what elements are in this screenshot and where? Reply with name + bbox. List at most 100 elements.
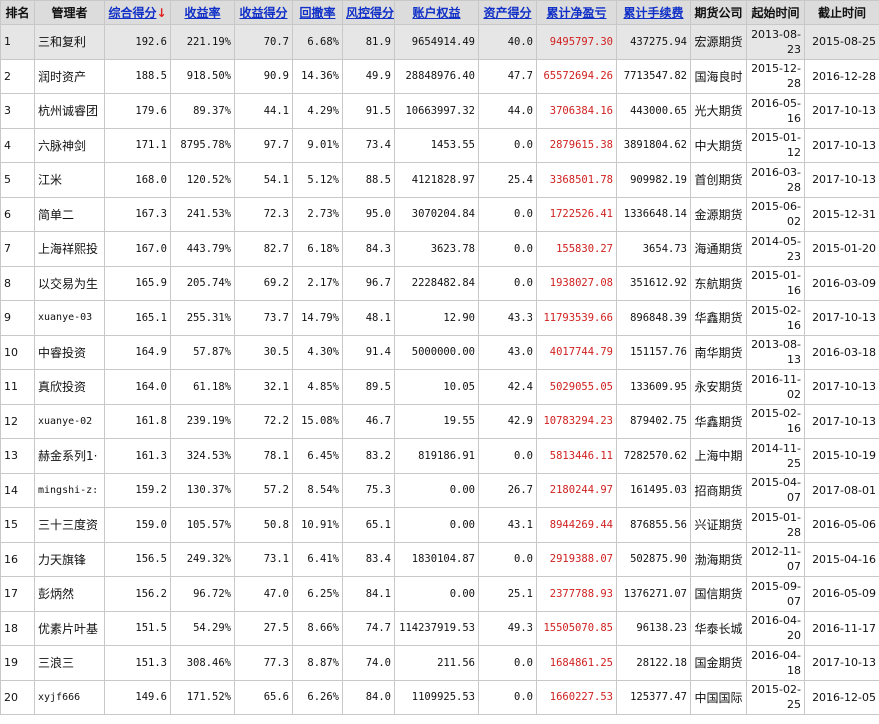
cell-end-date: 2015-01-20 [804, 231, 879, 267]
cell-manager: 杭州诚睿团 [34, 93, 105, 129]
cell-net-profit: 1938027.08 [536, 265, 617, 301]
cell-return-score: 54.1 [234, 162, 293, 198]
cell-broker: 国金期货 [690, 645, 747, 681]
cell-net-profit: 9495797.30 [536, 24, 617, 60]
cell-broker: 上海中期 [690, 438, 747, 474]
cell-equity: 1109925.53 [394, 679, 479, 715]
header-end-date: 截止时间 [804, 0, 879, 25]
cell-drawdown: 4.85% [292, 369, 343, 405]
header-net-profit[interactable]: 累计净盈亏 [536, 0, 617, 25]
header-asset-score[interactable]: 资产得分 [478, 0, 537, 25]
cell-rank: 2 [0, 58, 35, 94]
header-drawdown[interactable]: 回撤率 [292, 0, 343, 25]
cell-equity: 2228482.84 [394, 265, 479, 301]
cell-start-date: 2014-11-25 [746, 438, 805, 474]
cell-total-score: 161.3 [104, 438, 171, 474]
cell-start-date: 2015-01-16 [746, 265, 805, 301]
cell-rank: 4 [0, 127, 35, 163]
cell-return-rate: 89.37% [170, 93, 235, 129]
cell-fees: 133609.95 [616, 369, 691, 405]
cell-return-rate: 105.57% [170, 507, 235, 543]
cell-fees: 351612.92 [616, 265, 691, 301]
cell-net-profit: 1660227.53 [536, 679, 617, 715]
cell-risk-score: 95.0 [342, 196, 395, 232]
header-return-score[interactable]: 收益得分 [234, 0, 293, 25]
cell-total-score: 159.2 [104, 472, 171, 508]
cell-end-date: 2017-10-13 [804, 162, 879, 198]
table-row: 12 xuanye-02 161.8 239.19% 72.2 15.08% 46.7 19.… [0, 403, 879, 439]
cell-rank: 19 [0, 645, 35, 681]
cell-end-date: 2016-03-18 [804, 334, 879, 370]
cell-broker: 国信期货 [690, 576, 747, 612]
header-total-score[interactable]: 综合得分↓ [104, 0, 171, 25]
cell-risk-score: 74.7 [342, 610, 395, 646]
cell-equity: 28848976.40 [394, 58, 479, 94]
cell-manager: 力天旗锋 [34, 541, 105, 577]
cell-manager: 六脉神剑 [34, 127, 105, 163]
cell-end-date: 2015-08-25 [804, 24, 879, 60]
cell-risk-score: 89.5 [342, 369, 395, 405]
cell-risk-score: 49.9 [342, 58, 395, 94]
cell-return-score: 47.0 [234, 576, 293, 612]
cell-return-score: 82.7 [234, 231, 293, 267]
cell-risk-score: 48.1 [342, 300, 395, 336]
cell-net-profit: 5813446.11 [536, 438, 617, 474]
table-row: 2 润时资产 188.5 918.50% 90.9 14.36% 49.9 28848976.… [0, 58, 879, 94]
cell-manager: xyjf666 [34, 679, 105, 715]
cell-fees: 879402.75 [616, 403, 691, 439]
cell-asset-score: 40.0 [478, 24, 537, 60]
cell-net-profit: 5029055.05 [536, 369, 617, 405]
cell-equity: 1453.55 [394, 127, 479, 163]
cell-start-date: 2016-05-16 [746, 93, 805, 129]
cell-drawdown: 6.41% [292, 541, 343, 577]
cell-manager: 赫金系列1· [34, 438, 105, 474]
cell-start-date: 2016-11-02 [746, 369, 805, 405]
cell-rank: 5 [0, 162, 35, 198]
cell-net-profit: 3368501.78 [536, 162, 617, 198]
cell-manager: 三浪三 [34, 645, 105, 681]
cell-equity: 9654914.49 [394, 24, 479, 60]
cell-fees: 3654.73 [616, 231, 691, 267]
cell-equity: 0.00 [394, 576, 479, 612]
header-return-rate[interactable]: 收益率 [170, 0, 235, 25]
cell-equity: 211.56 [394, 645, 479, 681]
cell-end-date: 2017-10-13 [804, 300, 879, 336]
cell-rank: 9 [0, 300, 35, 336]
cell-return-rate: 57.87% [170, 334, 235, 370]
table-row: 10 中睿投资 164.9 57.87% 30.5 4.30% 91.4 5000000.00… [0, 334, 879, 370]
cell-return-score: 77.3 [234, 645, 293, 681]
cell-asset-score: 25.1 [478, 576, 537, 612]
cell-asset-score: 0.0 [478, 127, 537, 163]
cell-equity: 12.90 [394, 300, 479, 336]
cell-drawdown: 6.26% [292, 679, 343, 715]
cell-broker: 渤海期货 [690, 541, 747, 577]
cell-manager: 润时资产 [34, 58, 105, 94]
cell-drawdown: 15.08% [292, 403, 343, 439]
cell-return-score: 72.3 [234, 196, 293, 232]
cell-return-score: 73.1 [234, 541, 293, 577]
cell-start-date: 2014-05-23 [746, 231, 805, 267]
cell-risk-score: 81.9 [342, 24, 395, 60]
header-equity[interactable]: 账户权益 [394, 0, 479, 25]
cell-equity: 10.05 [394, 369, 479, 405]
cell-rank: 1 [0, 24, 35, 60]
cell-drawdown: 10.91% [292, 507, 343, 543]
cell-end-date: 2015-04-16 [804, 541, 879, 577]
cell-manager: 优素片叶基 [34, 610, 105, 646]
header-rank: 排名 [0, 0, 35, 25]
cell-total-score: 192.6 [104, 24, 171, 60]
cell-net-profit: 2377788.93 [536, 576, 617, 612]
cell-end-date: 2016-12-05 [804, 679, 879, 715]
cell-end-date: 2017-10-13 [804, 127, 879, 163]
table-header-row: 排名 管理者 综合得分↓ 收益率 收益得分 回撤率 风控得分 账户权益 资产得分… [0, 0, 879, 25]
table-row: 15 三十三度资 159.0 105.57% 50.8 10.91% 65.1 0.00 43.… [0, 507, 879, 543]
header-total-score-label: 综合得分 [108, 6, 157, 20]
cell-total-score: 188.5 [104, 58, 171, 94]
cell-drawdown: 6.45% [292, 438, 343, 474]
header-fees[interactable]: 累计手续费 [616, 0, 691, 25]
table-row: 9 xuanye-03 165.1 255.31% 73.7 14.79% 48.1 12.9… [0, 300, 879, 336]
header-risk-score[interactable]: 风控得分 [342, 0, 395, 25]
cell-equity: 5000000.00 [394, 334, 479, 370]
cell-fees: 909982.19 [616, 162, 691, 198]
cell-start-date: 2015-02-16 [746, 300, 805, 336]
